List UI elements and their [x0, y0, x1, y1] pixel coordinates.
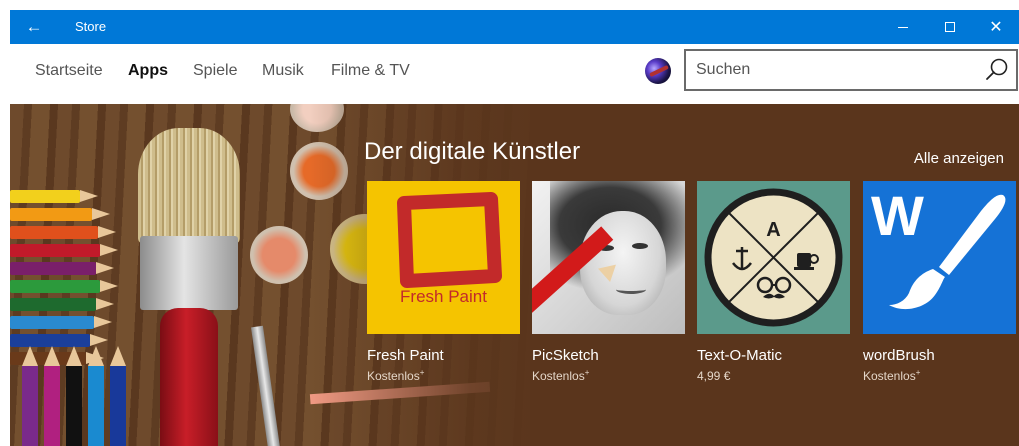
badge-emblem: A	[697, 181, 850, 334]
nav-bar: Startseite Apps Spiele Musik Filme & TV	[10, 44, 1019, 104]
app-name: Fresh Paint	[367, 347, 444, 364]
sketch-eye-right	[632, 243, 648, 249]
app-price: 4,99 €	[697, 369, 731, 383]
close-icon: ✕	[989, 19, 1003, 36]
search-input[interactable]	[696, 51, 966, 89]
nav-item-musik[interactable]: Musik	[262, 44, 304, 100]
maximize-icon	[945, 22, 955, 32]
section-title: Der digitale Künstler	[364, 138, 581, 165]
close-button[interactable]: ✕	[973, 10, 1019, 44]
app-price: Kostenlos+	[863, 368, 921, 383]
nav-item-filme-tv[interactable]: Filme & TV	[331, 44, 410, 100]
badge-letter: A	[766, 219, 780, 241]
app-price: Kostenlos+	[532, 368, 590, 383]
app-name: wordBrush	[863, 347, 935, 364]
hero-banner: Der digitale Künstler Alle anzeigen Fres…	[10, 104, 1019, 446]
store-window: ← Store ✕ Startseite Apps Spiele Musik F…	[0, 0, 1019, 446]
sketch-face	[580, 211, 666, 315]
maximize-button[interactable]	[927, 10, 973, 44]
back-arrow-icon: ←	[25, 17, 43, 36]
app-price: Kostenlos+	[367, 368, 425, 383]
pencil-portrait-sketch	[532, 181, 685, 334]
minimize-icon	[898, 26, 908, 28]
app-card-wordbrush[interactable]: W wordBrush Kostenlos+	[863, 181, 1016, 383]
app-card-fresh-paint[interactable]: Fresh Paint Fresh Paint Kostenlos+	[367, 181, 520, 383]
fresh-paint-logo-text: Fresh Paint	[400, 287, 487, 306]
nav-item-spiele[interactable]: Spiele	[193, 44, 237, 100]
app-card-text-o-matic[interactable]: A Text-O-Matic 4,99 €	[697, 181, 850, 383]
title-bar: ← Store ✕	[10, 10, 1019, 44]
search-icon[interactable]	[984, 57, 1010, 83]
window-title: Store	[75, 19, 107, 34]
app-name: PicSketch	[532, 347, 599, 364]
fresh-paint-frame-icon	[397, 192, 502, 288]
brush-w-logo: W	[863, 181, 1016, 334]
wordbrush-icon: W	[871, 184, 1006, 310]
minimize-button[interactable]	[880, 10, 926, 44]
app-card-picsketch[interactable]: PicSketch Kostenlos+	[532, 181, 685, 383]
see-all-link[interactable]: Alle anzeigen	[914, 150, 1004, 167]
search-box	[684, 49, 1018, 91]
badge-emblem-icon: A	[704, 188, 843, 327]
fresh-paint-logo: Fresh Paint	[367, 181, 520, 334]
nav-item-startseite[interactable]: Startseite	[35, 44, 103, 100]
nav-item-apps[interactable]: Apps	[128, 44, 168, 100]
user-avatar[interactable]	[645, 58, 671, 84]
sketch-mouth	[616, 285, 646, 294]
app-name: Text-O-Matic	[697, 347, 783, 364]
wordbrush-letter: W	[871, 184, 924, 247]
back-button[interactable]: ←	[10, 10, 58, 44]
